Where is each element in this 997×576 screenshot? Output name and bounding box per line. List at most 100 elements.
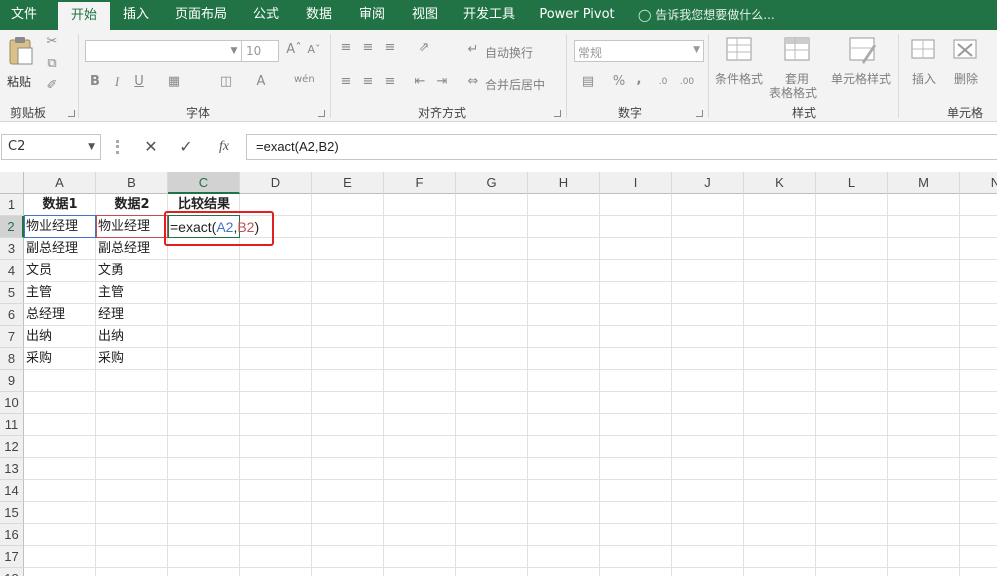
cell-b7[interactable]: 出纳 bbox=[98, 326, 124, 348]
cell-b6[interactable]: 经理 bbox=[98, 304, 124, 326]
copy-icon[interactable]: ⧉ bbox=[44, 56, 60, 72]
align-left-icon[interactable]: ≡ bbox=[338, 74, 354, 90]
align-right-icon[interactable]: ≡ bbox=[382, 74, 398, 90]
percent-button[interactable]: % bbox=[612, 74, 626, 90]
row-header-1[interactable]: 1 bbox=[0, 194, 24, 216]
border-icon[interactable]: ▦ bbox=[166, 74, 182, 90]
tab-data[interactable]: 数据 bbox=[297, 0, 341, 30]
align-center-icon[interactable]: ≡ bbox=[360, 74, 376, 90]
row-header-13[interactable]: 13 bbox=[0, 458, 24, 480]
column-header-l[interactable]: L bbox=[816, 172, 888, 194]
tab-power-pivot[interactable]: Power Pivot bbox=[533, 0, 621, 30]
row-header-8[interactable]: 8 bbox=[0, 348, 24, 370]
tab-review[interactable]: 审阅 bbox=[350, 0, 394, 30]
row-header-3[interactable]: 3 bbox=[0, 238, 24, 260]
delete-cells-button[interactable]: 删除 bbox=[946, 36, 986, 96]
row-header-7[interactable]: 7 bbox=[0, 326, 24, 348]
row-header-14[interactable]: 14 bbox=[0, 480, 24, 502]
comma-button[interactable]: , bbox=[634, 72, 644, 88]
italic-button[interactable]: I bbox=[110, 74, 124, 90]
row-header-17[interactable]: 17 bbox=[0, 546, 24, 568]
font-launcher-icon[interactable] bbox=[318, 110, 325, 117]
number-format-select[interactable]: 常规 ▼ bbox=[574, 40, 704, 62]
increase-indent-icon[interactable]: ⇥ bbox=[434, 74, 450, 90]
conditional-format-button[interactable]: 条件格式 bbox=[712, 36, 768, 96]
tab-developer[interactable]: 开发工具 bbox=[456, 0, 522, 30]
alignment-launcher-icon[interactable] bbox=[554, 110, 561, 117]
cell-a5[interactable]: 主管 bbox=[26, 282, 52, 304]
cell-a7[interactable]: 出纳 bbox=[26, 326, 52, 348]
tab-view[interactable]: 视图 bbox=[403, 0, 447, 30]
tell-me-box[interactable]: ◯ 告诉我您想要做什么... bbox=[638, 0, 788, 30]
insert-cells-button[interactable]: 插入 bbox=[904, 36, 944, 96]
row-header-18[interactable]: 18 bbox=[0, 568, 24, 576]
column-header-e[interactable]: E bbox=[312, 172, 384, 194]
cell-styles-button[interactable]: 单元格样式 bbox=[830, 36, 894, 96]
currency-icon[interactable]: ▤ bbox=[578, 74, 598, 90]
row-header-12[interactable]: 12 bbox=[0, 436, 24, 458]
wrap-text-button[interactable]: 自动换行 bbox=[485, 44, 533, 61]
row-header-11[interactable]: 11 bbox=[0, 414, 24, 436]
column-header-d[interactable]: D bbox=[240, 172, 312, 194]
row-header-10[interactable]: 10 bbox=[0, 392, 24, 414]
align-top-icon[interactable]: ≡ bbox=[338, 40, 354, 56]
decrease-indent-icon[interactable]: ⇤ bbox=[412, 74, 428, 90]
cell-b1[interactable]: 数据2 bbox=[96, 194, 168, 216]
underline-button[interactable]: U bbox=[132, 74, 146, 90]
number-launcher-icon[interactable] bbox=[696, 110, 703, 117]
row-header-9[interactable]: 9 bbox=[0, 370, 24, 392]
name-box[interactable]: C2 ▼ bbox=[1, 134, 101, 160]
align-bottom-icon[interactable]: ≡ bbox=[382, 40, 398, 56]
enter-icon[interactable]: ✓ bbox=[176, 139, 196, 155]
tab-home[interactable]: 开始 bbox=[58, 2, 110, 30]
column-header-k[interactable]: K bbox=[744, 172, 816, 194]
decrease-decimal-icon[interactable]: .00 bbox=[678, 74, 696, 90]
cell-b4[interactable]: 文勇 bbox=[98, 260, 124, 282]
formula-input[interactable]: =exact(A2,B2) bbox=[246, 134, 997, 160]
font-size-input[interactable]: 10 bbox=[241, 40, 279, 62]
row-header-4[interactable]: 4 bbox=[0, 260, 24, 282]
font-name-input[interactable] bbox=[85, 40, 242, 62]
row-header-15[interactable]: 15 bbox=[0, 502, 24, 524]
format-painter-icon[interactable]: ✐ bbox=[44, 78, 60, 94]
column-header-a[interactable]: A bbox=[24, 172, 96, 194]
wrap-text-icon[interactable]: ↵ bbox=[466, 42, 480, 58]
format-as-table-button[interactable]: 套用 表格格式 bbox=[768, 36, 828, 100]
paste-button[interactable]: 粘贴 bbox=[4, 36, 36, 92]
font-color-button[interactable]: A bbox=[254, 74, 268, 90]
decrease-font-icon[interactable]: Aˇ bbox=[306, 42, 322, 58]
column-header-f[interactable]: F bbox=[384, 172, 456, 194]
row-header-2[interactable]: 2 bbox=[0, 216, 24, 238]
column-header-n[interactable]: N bbox=[960, 172, 997, 194]
worksheet-grid[interactable]: ABCDEFGHIJKLMN 1 2 3 4 5 6 7 8 9 10 11 12 13 14 15 16 17… bbox=[0, 172, 997, 576]
merge-center-icon[interactable]: ⇔ bbox=[466, 74, 480, 90]
cell-a6[interactable]: 总经理 bbox=[26, 304, 65, 326]
tab-file[interactable]: 文件 bbox=[0, 0, 48, 30]
cancel-icon[interactable]: ✕ bbox=[141, 139, 161, 155]
insert-function-button[interactable]: fx bbox=[212, 139, 236, 155]
cell-b3[interactable]: 副总经理 bbox=[98, 238, 150, 260]
column-header-c[interactable]: C bbox=[168, 172, 240, 194]
tab-page-layout[interactable]: 页面布局 bbox=[168, 0, 234, 30]
tab-insert[interactable]: 插入 bbox=[114, 0, 158, 30]
row-header-6[interactable]: 6 bbox=[0, 304, 24, 326]
clipboard-launcher-icon[interactable] bbox=[68, 110, 75, 117]
select-all-corner[interactable] bbox=[0, 172, 24, 194]
fill-color-icon[interactable]: ◫ bbox=[218, 74, 234, 90]
bold-button[interactable]: B bbox=[88, 74, 102, 90]
cut-icon[interactable]: ✂ bbox=[44, 34, 60, 50]
column-header-b[interactable]: B bbox=[96, 172, 168, 194]
increase-font-icon[interactable]: Aˆ bbox=[286, 42, 302, 58]
row-header-5[interactable]: 5 bbox=[0, 282, 24, 304]
column-header-j[interactable]: J bbox=[672, 172, 744, 194]
cell-a4[interactable]: 文员 bbox=[26, 260, 52, 282]
tab-formulas[interactable]: 公式 bbox=[244, 0, 288, 30]
increase-decimal-icon[interactable]: .0 bbox=[654, 74, 672, 90]
merge-center-button[interactable]: 合并后居中 bbox=[485, 76, 545, 93]
column-header-g[interactable]: G bbox=[456, 172, 528, 194]
cell-a1[interactable]: 数据1 bbox=[24, 194, 96, 216]
cell-b8[interactable]: 采购 bbox=[98, 348, 124, 370]
row-header-16[interactable]: 16 bbox=[0, 524, 24, 546]
cell-b5[interactable]: 主管 bbox=[98, 282, 124, 304]
cell-a3[interactable]: 副总经理 bbox=[26, 238, 78, 260]
